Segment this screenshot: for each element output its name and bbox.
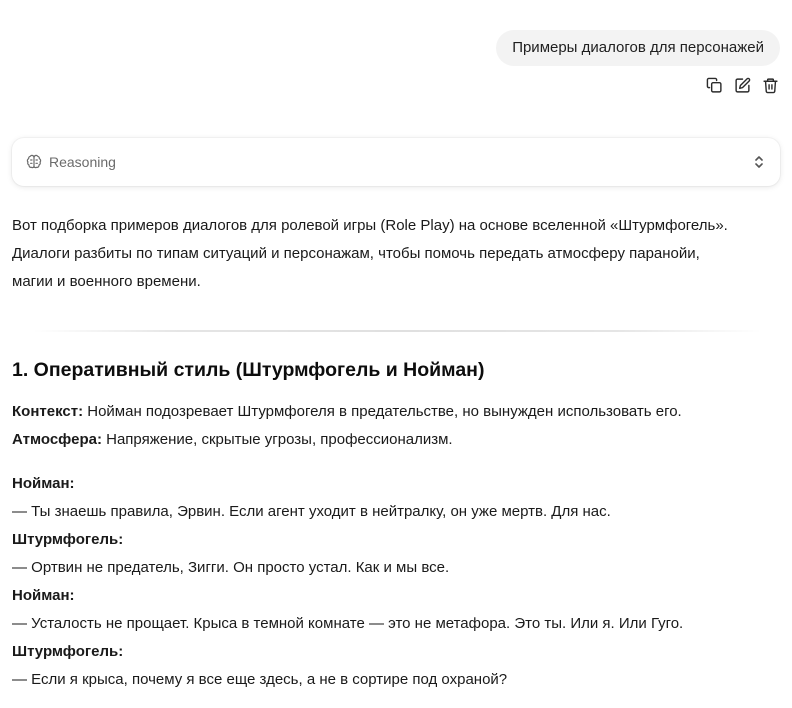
user-message: Примеры диалогов для персонажей <box>496 30 780 95</box>
assistant-response: Вот подборка примеров диалогов для ролев… <box>12 212 782 694</box>
atmosphere-text: Напряжение, скрытые угрозы, профессионал… <box>101 431 453 448</box>
user-message-bubble: Примеры диалогов для персонажей <box>496 30 780 66</box>
message-actions <box>704 75 780 95</box>
speaker-name: Штурмфогель: <box>12 531 124 548</box>
chevron-up-down-icon <box>752 154 766 170</box>
intro-line: Вот подборка примеров диалогов для ролев… <box>12 217 728 234</box>
intro-line: магии и военного времени. <box>12 273 201 290</box>
context-label: Контекст: <box>12 403 84 420</box>
edit-icon[interactable] <box>732 75 752 95</box>
intro-paragraph: Вот подборка примеров диалогов для ролев… <box>12 212 782 296</box>
dialog-line: — Ортвин не предатель, Зигги. Он просто … <box>12 559 450 576</box>
copy-icon[interactable] <box>704 75 724 95</box>
divider <box>32 330 762 332</box>
dialog-line: — Ты знаешь правила, Эрвин. Если агент у… <box>12 503 611 520</box>
dialog-line: — Если я крыса, почему я все еще здесь, … <box>12 671 508 688</box>
trash-icon[interactable] <box>760 75 780 95</box>
dialog-line: — Усталость не прощает. Крыса в темной к… <box>12 615 684 632</box>
atmosphere-label: Атмосфера: <box>12 431 102 448</box>
speaker-name: Штурмфогель: <box>12 643 124 660</box>
brain-icon <box>26 154 42 170</box>
intro-line: Диалоги разбиты по типам ситуаций и перс… <box>12 245 700 262</box>
section-title: 1. Оперативный стиль (Штурмфогель и Нойм… <box>12 359 485 381</box>
context-line: Контекст: Нойман подозревает Штурмфогеля… <box>12 398 782 426</box>
reasoning-toggle[interactable]: Reasoning <box>12 138 780 186</box>
speaker-name: Нойман: <box>12 475 75 492</box>
context-text: Нойман подозревает Штурмфогеля в предате… <box>83 403 682 420</box>
reasoning-label: Reasoning <box>49 154 116 170</box>
speaker-name: Нойман: <box>12 587 75 604</box>
atmosphere-line: Атмосфера: Напряжение, скрытые угрозы, п… <box>12 426 782 454</box>
dialog-block: Нойман: — Ты знаешь правила, Эрвин. Если… <box>12 470 782 694</box>
